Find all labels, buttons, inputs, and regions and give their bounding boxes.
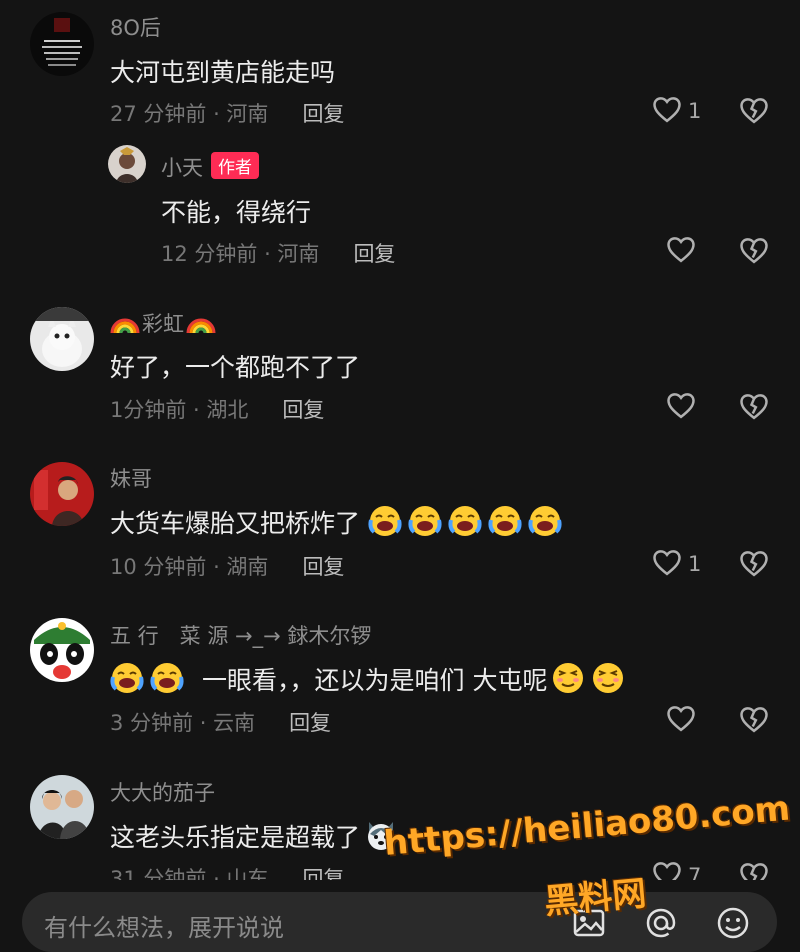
reply-button[interactable]: 回复 [302,555,344,579]
reply-button[interactable]: 回复 [282,398,324,422]
heart-icon [666,235,696,268]
comment-text-content: 一眼看，，还以为是咱们 大屯呢 [202,666,548,695]
like-button[interactable] [666,392,696,422]
comment-text: 好了，一个都跑不了了 [110,353,361,382]
broken-heart-icon [739,394,769,424]
crying-laughing-emoji [110,661,144,695]
dislike-button[interactable] [739,549,769,579]
crying-laughing-emoji [528,504,562,538]
like-button[interactable] [666,236,696,266]
crying-laughing-emoji [408,504,442,538]
comment-meta: 1分钟前 · 湖北 回复 [110,394,324,424]
heart-icon [652,548,682,581]
comment-time: 27 分钟前 · 河南 [110,102,269,126]
crying-laughing-emoji [448,504,482,538]
reply-username-text[interactable]: 小天 [161,156,203,180]
comment-meta: 10 分钟前 · 湖南 回复 [110,551,344,581]
dislike-button[interactable] [739,392,769,422]
comment-text: 这老头乐指定是超载了 [110,818,404,854]
smirk-emoji [591,661,625,695]
avatar[interactable] [30,775,94,839]
comment-username[interactable]: 8O后 [110,12,161,42]
comment-meta: 27 分钟前 · 河南 回复 [110,98,344,128]
broken-heart-icon [739,98,769,128]
rainbow-icon [186,307,216,337]
avatar[interactable] [30,12,94,76]
comment-time: 3 分钟前 · 云南 [110,711,256,735]
comment-input[interactable]: 有什么想法，展开说说 [22,892,777,952]
comment-time: 1分钟前 · 湖北 [110,398,249,422]
avatar[interactable] [30,618,94,682]
comment-text-content: 大货车爆胎又把桥炸了 [110,509,361,538]
like-count: 1 [688,99,702,123]
broken-heart-icon [739,707,769,737]
comment-meta: 3 分钟前 · 云南 回复 [110,707,331,737]
reply-meta: 12 分钟前 · 河南 回复 [161,238,395,268]
heart-icon [666,391,696,424]
comment-text: 大河屯到黄店能走吗 [110,58,336,87]
heart-icon [652,95,682,128]
comment-username[interactable]: 五 行 菜 源 →_→ 銶木尔锣 [110,620,371,650]
comment-username-text[interactable]: 彩虹 [142,312,184,336]
at-icon[interactable] [642,904,680,942]
comment-text: 一眼看，，还以为是咱们 大屯呢 [110,661,631,697]
comment-text-content: 这老头乐指定是超载了 [110,823,361,852]
image-icon[interactable] [570,904,608,942]
reply-button[interactable]: 回复 [289,711,331,735]
like-button[interactable] [666,705,696,735]
heart-icon [666,704,696,737]
reply-button[interactable]: 回复 [353,242,395,266]
rainbow-icon [110,307,140,337]
smiley-icon[interactable] [714,904,752,942]
dislike-button[interactable] [739,705,769,735]
crying-laughing-emoji [488,504,522,538]
smirk-emoji [551,661,585,695]
crying-laughing-emoji [368,504,402,538]
comment-time: 10 分钟前 · 湖南 [110,555,269,579]
dislike-button[interactable] [739,96,769,126]
avatar[interactable] [108,145,146,183]
like-button[interactable]: 1 [652,549,701,579]
author-badge: 作者 [211,152,259,179]
comment-input-bar: 有什么想法，展开说说 [0,880,800,952]
like-button[interactable]: 1 [652,96,701,126]
comment-username[interactable]: 妹哥 [110,463,152,493]
dislike-button[interactable] [739,236,769,266]
husky-emoji [364,818,398,852]
avatar[interactable] [30,307,94,371]
comment-text: 大货车爆胎又把桥炸了 [110,504,568,540]
comment-username[interactable]: 彩虹 [110,307,222,338]
like-count: 1 [688,552,702,576]
comment-input-placeholder[interactable]: 有什么想法，展开说说 [44,908,284,943]
reply-button[interactable]: 回复 [302,102,344,126]
watermark-url: https://heiliao80.com [382,788,792,864]
avatar[interactable] [30,462,94,526]
broken-heart-icon [739,238,769,268]
comment-username[interactable]: 大大的茄子 [110,777,215,807]
reply-time: 12 分钟前 · 河南 [161,242,320,266]
crying-laughing-emoji [150,661,184,695]
reply-text: 不能，得绕行 [161,198,312,227]
broken-heart-icon [739,551,769,581]
reply-username[interactable]: 小天 作者 [161,152,259,182]
